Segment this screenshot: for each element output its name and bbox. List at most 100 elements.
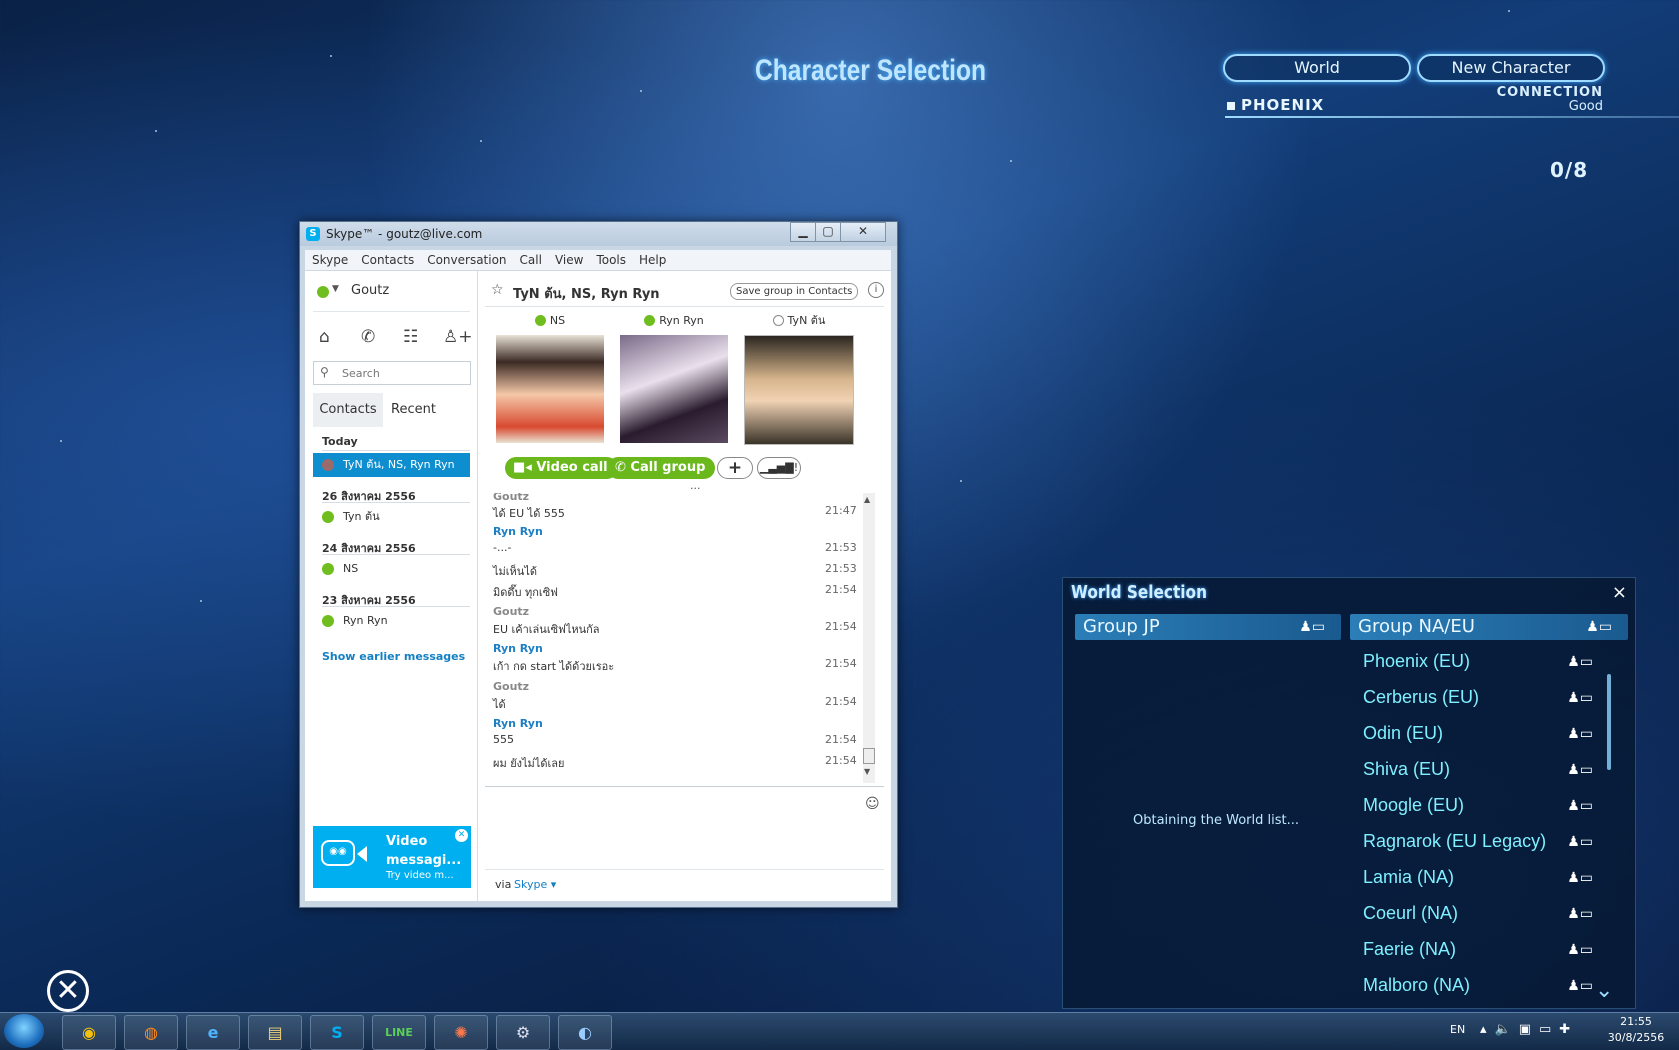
population-icon: ♟▭	[1586, 619, 1612, 635]
participant-ryn[interactable]: Ryn Ryn	[617, 313, 731, 443]
menu-skype[interactable]: Skype	[305, 250, 354, 267]
population-icon: ♟▭	[1567, 833, 1593, 849]
home-icon[interactable]: ⌂	[319, 327, 330, 347]
group-tab-jp[interactable]: Group JP ♟▭	[1075, 614, 1341, 640]
scroll-up-icon[interactable]: ▲	[864, 495, 870, 504]
video-call-button[interactable]: ■◂ Video call	[505, 457, 618, 479]
clock-date[interactable]: 30/8/2556	[1600, 1031, 1672, 1044]
menu-contacts[interactable]: Contacts	[354, 250, 420, 267]
message-time: 21:54	[825, 620, 857, 633]
message-text: ได้	[493, 698, 506, 711]
server-label: Moogle (EU)	[1363, 795, 1465, 815]
system-tray-icons[interactable]: ▴🔈▣▭✚	[1480, 1022, 1578, 1037]
phone-icon[interactable]: ✆	[361, 327, 375, 347]
server-label: Shiva (EU)	[1363, 759, 1451, 779]
star	[1010, 160, 1012, 162]
server-row-moogle[interactable]: Moogle (EU) ♟▭	[1363, 790, 1603, 820]
menu-help[interactable]: Help	[632, 250, 672, 267]
search-input[interactable]	[340, 364, 468, 382]
server-row-ragnarok[interactable]: Ragnarok (EU Legacy) ♟▭	[1363, 826, 1603, 856]
close-icon[interactable]: ×	[1612, 582, 1627, 603]
add-participant-button[interactable]: +	[717, 457, 753, 479]
menu-call[interactable]: Call	[513, 250, 548, 267]
user-name[interactable]: Goutz	[351, 283, 389, 298]
close-icon[interactable]: ✕	[455, 829, 468, 842]
star	[1508, 10, 1510, 12]
world-button[interactable]: World	[1223, 54, 1411, 82]
population-icon: ♟▭	[1567, 977, 1593, 993]
maximize-button[interactable]: ▢	[815, 222, 841, 242]
menu-conversation[interactable]: Conversation	[420, 250, 512, 267]
server-row-phoenix[interactable]: Phoenix (EU) ♟▭	[1363, 646, 1603, 676]
server-row-cerberus[interactable]: Cerberus (EU) ♟▭	[1363, 682, 1603, 712]
signal-bars-icon: ▁▃▅▇!	[759, 461, 799, 474]
minimize-button[interactable]: ▁	[790, 222, 816, 242]
recent-item-group[interactable]: TyN ต้น, NS, Ryn Ryn	[313, 453, 470, 477]
steam-icon[interactable]: ⚙	[496, 1015, 550, 1050]
message-time: 21:54	[825, 733, 857, 746]
server-row-shiva[interactable]: Shiva (EU) ♟▭	[1363, 754, 1603, 784]
new-character-button[interactable]: New Character	[1417, 54, 1605, 82]
info-icon[interactable]: i	[868, 282, 884, 298]
taskbar: ◉ ◍ e ▤ S LINE ✺ ⚙ ◐ EN ▴🔈▣▭✚ 21:55 30/8…	[0, 1012, 1679, 1050]
skype-icon[interactable]: S	[310, 1015, 364, 1050]
scroll-thumb[interactable]	[863, 748, 875, 764]
population-icon: ♟▭	[1567, 653, 1593, 669]
participant-tyn[interactable]: TyN ต้น	[742, 313, 856, 445]
server-row-lamia[interactable]: Lamia (NA) ♟▭	[1363, 862, 1603, 892]
video-messaging-ad[interactable]: ◉◉ Video messagi... Try video m... ✕	[313, 826, 471, 888]
message-scrollbar[interactable]: ▲ ▼	[863, 493, 875, 783]
group-icon[interactable]: ☷	[403, 327, 418, 347]
recent-item-label: NS	[343, 562, 359, 575]
chrome-icon[interactable]: ◉	[62, 1015, 116, 1050]
chevron-down-icon[interactable]: ⌄	[1595, 978, 1613, 1003]
world-list-scrollbar[interactable]	[1607, 674, 1611, 770]
participant-name: Ryn Ryn	[617, 313, 731, 329]
close-window-button[interactable]: ✕	[840, 222, 886, 242]
call-quality-button[interactable]: ▁▃▅▇!	[757, 457, 801, 479]
firefox-icon[interactable]: ◍	[124, 1015, 178, 1050]
close-circle-icon[interactable]: ✕	[47, 970, 89, 1012]
recent-item-tyn[interactable]: Tyn ต้น	[313, 505, 470, 529]
language-indicator[interactable]: EN	[1450, 1023, 1465, 1036]
menu-view[interactable]: View	[548, 250, 589, 267]
message-text: ผม ยังไม่ได้เลย	[493, 757, 565, 770]
call-group-button[interactable]: ✆ Call group	[607, 457, 716, 479]
tab-recent[interactable]: Recent	[385, 393, 471, 427]
game-launcher-icon[interactable]: ✺	[434, 1015, 488, 1050]
tab-contacts[interactable]: Contacts	[313, 393, 383, 427]
internet-explorer-icon[interactable]: e	[186, 1015, 240, 1050]
media-player-icon[interactable]: ◐	[558, 1015, 612, 1050]
start-button[interactable]	[4, 1014, 44, 1048]
clock-time[interactable]: 21:55	[1600, 1015, 1672, 1028]
group-tab-na-eu[interactable]: Group NA/EU ♟▭	[1350, 614, 1628, 640]
server-name-label: PHOENIX	[1241, 96, 1325, 114]
save-group-button[interactable]: Save group in Contacts	[730, 283, 859, 300]
skype-window: S Skype™ - goutz@live.com ▁ ▢ ✕ Skype Con…	[299, 221, 898, 908]
server-row-malboro[interactable]: Malboro (NA) ♟▭	[1363, 970, 1603, 1000]
scroll-down-icon[interactable]: ▼	[864, 767, 870, 776]
online-status-icon[interactable]	[317, 286, 329, 298]
emoticon-icon[interactable]: ☺	[865, 796, 880, 812]
message-input[interactable]	[485, 788, 884, 868]
show-earlier-messages-link[interactable]: Show earlier messages	[322, 650, 465, 663]
chevron-down-icon[interactable]: ▼	[332, 284, 339, 294]
more-options[interactable]: ...	[690, 479, 701, 492]
server-row-faerie[interactable]: Faerie (NA) ♟▭	[1363, 934, 1603, 964]
via-service-dropdown[interactable]: Skype ▾	[514, 878, 556, 891]
server-row-odin[interactable]: Odin (EU) ♟▭	[1363, 718, 1603, 748]
skype-window-title: Skype™ - goutz@live.com	[326, 227, 483, 241]
message-sender: Goutz	[493, 605, 530, 618]
file-explorer-icon[interactable]: ▤	[248, 1015, 302, 1050]
star-icon[interactable]: ☆	[491, 282, 504, 298]
server-row-coeurl[interactable]: Coeurl (NA) ♟▭	[1363, 898, 1603, 928]
population-icon: ♟▭	[1567, 941, 1593, 957]
participant-ns[interactable]: NS	[493, 313, 607, 443]
recent-item-ryn[interactable]: Ryn Ryn	[313, 609, 470, 633]
menu-tools[interactable]: Tools	[589, 250, 632, 267]
skype-titlebar[interactable]: S Skype™ - goutz@live.com ▁ ▢ ✕	[300, 222, 897, 246]
recent-item-ns[interactable]: NS	[313, 557, 470, 581]
add-contact-icon[interactable]: ♙+	[443, 327, 472, 347]
star	[60, 440, 62, 442]
line-app-icon[interactable]: LINE	[372, 1015, 426, 1050]
